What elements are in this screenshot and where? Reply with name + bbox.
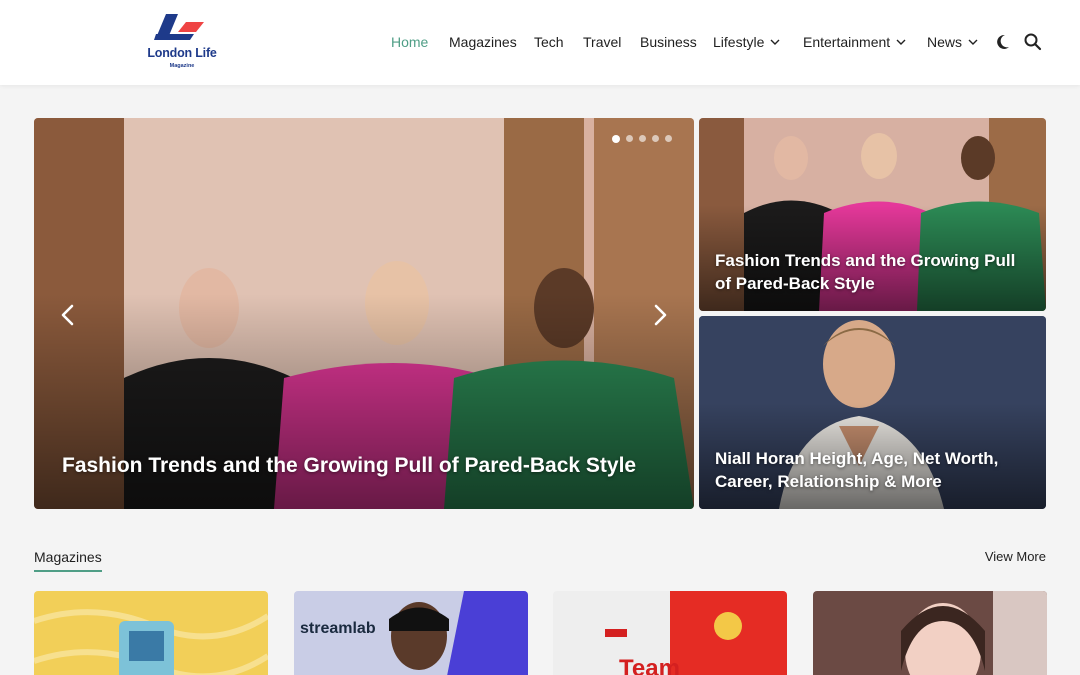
nav-news-label: News	[927, 34, 963, 50]
site-header: London Life Magazine Home Magazines Tech…	[0, 0, 1080, 85]
side-card-niall[interactable]: Niall Horan Height, Age, Net Worth, Care…	[699, 316, 1046, 509]
thumb-image	[813, 591, 1047, 675]
slider-dot-2[interactable]	[626, 135, 633, 142]
nav-lifestyle[interactable]: Lifestyle	[713, 32, 780, 52]
nav-magazines[interactable]: Magazines	[449, 32, 517, 52]
side-card-fashion[interactable]: Fashion Trends and the Growing Pull of P…	[699, 118, 1046, 311]
chevron-down-icon	[968, 39, 978, 45]
magazine-thumb-3[interactable]: Team	[553, 591, 787, 675]
hero-slider[interactable]: Fashion Trends and the Growing Pull of P…	[34, 118, 694, 509]
side-card-title[interactable]: Niall Horan Height, Age, Net Worth, Care…	[715, 447, 1025, 493]
logo-tagline: Magazine	[169, 63, 195, 69]
site-logo[interactable]: London Life Magazine	[140, 12, 224, 74]
nav-magazines-label: Magazines	[449, 34, 517, 50]
magazine-thumb-4[interactable]	[813, 591, 1047, 675]
slider-dots	[612, 134, 672, 143]
nav-tech-label: Tech	[534, 34, 564, 50]
dark-mode-icon[interactable]	[993, 32, 1013, 52]
nav-news[interactable]: News	[927, 32, 978, 52]
nav-home[interactable]: Home	[391, 32, 428, 52]
thumb-text-team: Team	[619, 655, 680, 675]
magazine-thumb-2[interactable]: streamlab	[294, 591, 528, 675]
chevron-down-icon	[770, 39, 780, 45]
logo-title: London Life	[147, 46, 217, 60]
nav-travel[interactable]: Travel	[583, 32, 621, 52]
chevron-down-icon	[896, 39, 906, 45]
logo-mark-icon	[154, 14, 204, 40]
slider-next-icon[interactable]	[650, 303, 670, 327]
nav-entertainment-label: Entertainment	[803, 34, 891, 50]
nav-home-label: Home	[391, 34, 429, 50]
slider-prev-icon[interactable]	[58, 303, 78, 327]
nav-travel-label: Travel	[583, 34, 622, 50]
slider-dot-4[interactable]	[652, 135, 659, 142]
nav-entertainment[interactable]: Entertainment	[803, 32, 906, 52]
slider-dot-3[interactable]	[639, 135, 646, 142]
view-more-link[interactable]: View More	[985, 549, 1046, 564]
nav-business-label: Business	[640, 34, 697, 50]
slider-dot-1[interactable]	[612, 134, 620, 143]
thumb-image	[34, 591, 268, 675]
magazine-thumb-1[interactable]	[34, 591, 268, 675]
thumb-text-streamlab: streamlab	[300, 620, 376, 637]
nav-tech[interactable]: Tech	[534, 32, 564, 52]
nav-lifestyle-label: Lifestyle	[713, 34, 765, 50]
hero-title[interactable]: Fashion Trends and the Growing Pull of P…	[62, 454, 636, 478]
nav-business[interactable]: Business	[640, 32, 697, 52]
side-card-title[interactable]: Fashion Trends and the Growing Pull of P…	[715, 249, 1025, 295]
search-icon[interactable]	[1023, 32, 1043, 52]
section-title-magazines[interactable]: Magazines	[34, 549, 102, 572]
slider-dot-5[interactable]	[665, 135, 672, 142]
